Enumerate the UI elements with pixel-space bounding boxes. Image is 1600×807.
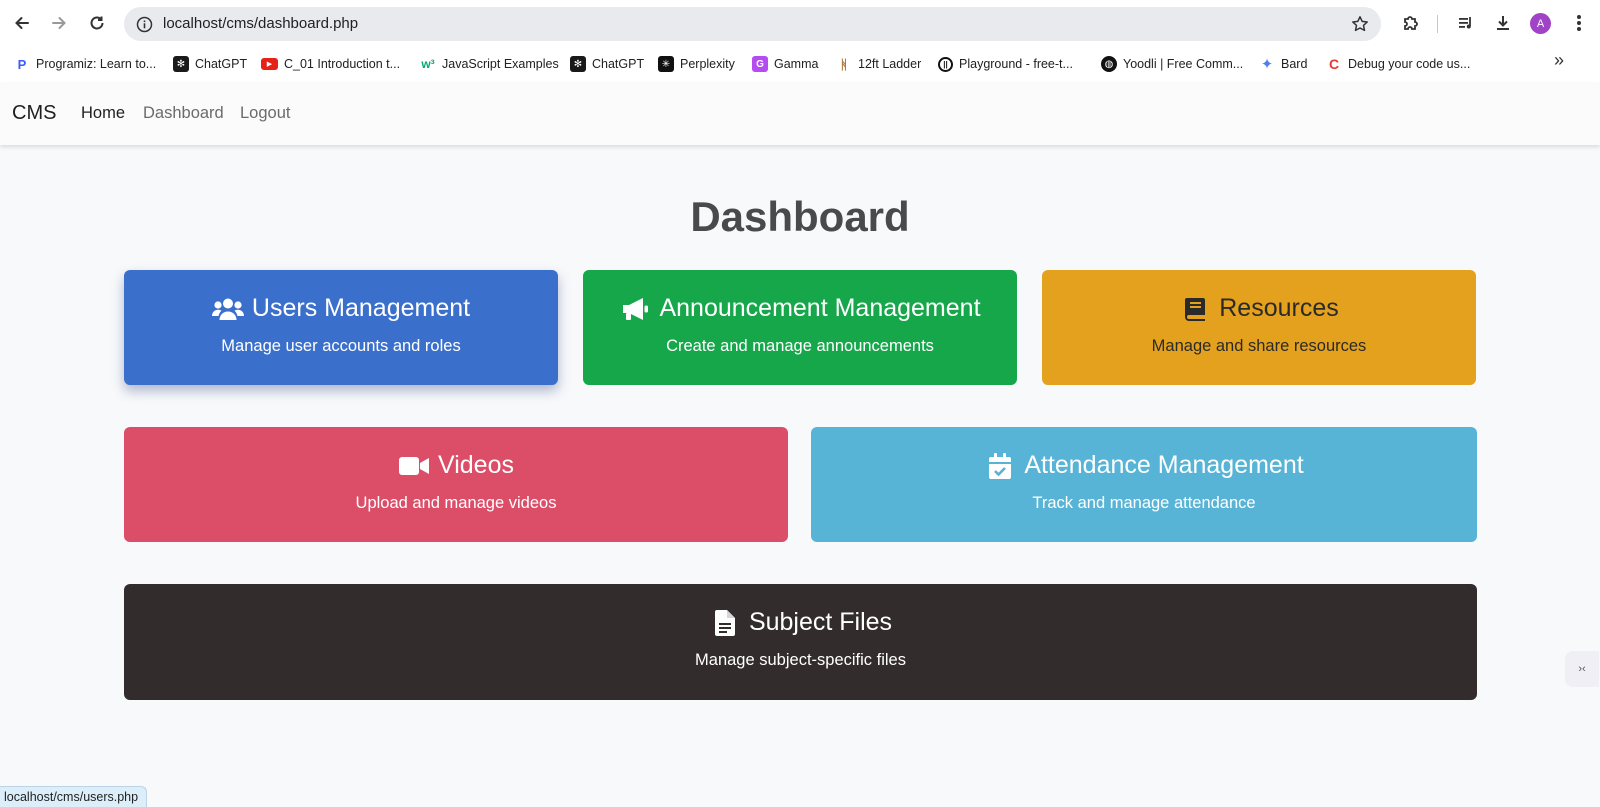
downloads-button[interactable] [1488, 8, 1518, 38]
playground-icon: || [938, 56, 953, 72]
navbar-brand[interactable]: CMS [12, 102, 56, 125]
bookmarks-overflow-chevron-icon[interactable]: » [1554, 50, 1564, 71]
page-title: Dashboard [690, 193, 910, 240]
calendar-check-icon [984, 452, 1016, 480]
status-bar-url: localhost/cms/users.php [0, 786, 148, 807]
browser-toolbar: localhost/cms/dashboard.php A [0, 0, 1600, 46]
card-subject-files[interactable]: Subject Files Manage subject-specific fi… [124, 584, 1477, 700]
arrow-left-icon [15, 17, 29, 29]
kebab-menu-icon [1577, 15, 1581, 31]
codeium-icon: C [1328, 56, 1340, 72]
reload-button[interactable] [82, 8, 112, 38]
url-text[interactable]: localhost/cms/dashboard.php [163, 15, 358, 32]
card-description: Manage subject-specific files [695, 651, 906, 669]
nav-link-home[interactable]: Home [81, 104, 125, 123]
programiz-icon: P [17, 56, 27, 72]
card-description: Create and manage announcements [666, 337, 934, 355]
megaphone-icon [619, 295, 651, 323]
card-title: Resources [1219, 294, 1339, 322]
browser-menu-button[interactable] [1564, 8, 1594, 38]
ladder-icon: ᚻ [840, 56, 848, 72]
card-videos[interactable]: Videos Upload and manage videos [124, 427, 788, 542]
browser-chrome: localhost/cms/dashboard.php A P Programi… [0, 0, 1600, 83]
bard-icon: ✦ [1260, 56, 1274, 73]
bookmark-item[interactable]: G Gamma [752, 54, 818, 74]
perplexity-icon: ✳ [658, 56, 674, 72]
bookmark-item[interactable]: w³ JavaScript Examples [420, 54, 558, 74]
card-title: Announcement Management [659, 294, 981, 322]
back-button[interactable] [7, 8, 37, 38]
puzzle-icon [1404, 16, 1418, 30]
youtube-icon: ▶ [261, 58, 278, 70]
chatgpt-icon: ✻ [173, 56, 189, 72]
address-bar[interactable]: localhost/cms/dashboard.php [124, 7, 1381, 41]
media-control-button[interactable] [1451, 8, 1481, 38]
users-icon [211, 295, 244, 323]
profile-avatar[interactable]: A [1530, 13, 1551, 34]
bookmark-item[interactable]: ᚻ 12ft Ladder [836, 54, 921, 74]
card-announcement-management[interactable]: Announcement Management Create and manag… [583, 270, 1017, 385]
toolbar-separator [1437, 15, 1438, 33]
bookmark-item[interactable]: ✳ Perplexity [658, 54, 735, 74]
card-title: Attendance Management [1024, 451, 1304, 479]
chatgpt-icon: ✻ [570, 56, 586, 72]
card-description: Upload and manage videos [355, 494, 557, 512]
card-title: Subject Files [748, 608, 893, 636]
globe-icon: ◍ [1101, 56, 1117, 72]
card-users-management[interactable]: Users Management Manage user accounts an… [124, 270, 558, 385]
card-description: Manage user accounts and roles [221, 337, 461, 355]
video-icon [398, 452, 430, 480]
bookmark-item[interactable]: P Programiz: Learn to... [14, 54, 157, 74]
nav-link-logout[interactable]: Logout [240, 104, 290, 123]
side-panel-toggle-icon[interactable]: ›‹ [1565, 651, 1599, 687]
bookmark-item[interactable]: ✻ ChatGPT [570, 54, 644, 74]
site-info-icon[interactable] [134, 14, 154, 34]
card-title: Users Management [251, 294, 471, 322]
bookmarks-bar: P Programiz: Learn to... ✻ ChatGPT ▶ C_0… [0, 48, 1600, 78]
app-navbar: CMS Home Dashboard Logout [0, 83, 1600, 145]
file-icon [709, 609, 741, 637]
bookmark-item[interactable]: ◍ Yoodli | Free Comm... [1101, 54, 1243, 74]
book-icon [1179, 295, 1211, 323]
card-title: Videos [438, 451, 514, 479]
extensions-button[interactable] [1396, 8, 1426, 38]
bookmark-star-icon[interactable] [1349, 13, 1371, 35]
playlist-icon [1459, 17, 1471, 29]
gamma-icon: G [752, 56, 768, 72]
bookmark-item[interactable]: || Playground - free-t... [938, 54, 1073, 74]
card-description: Track and manage attendance [1032, 494, 1256, 512]
bookmark-item[interactable]: ▶ C_01 Introduction t... [261, 54, 400, 74]
card-resources[interactable]: Resources Manage and share resources [1042, 270, 1476, 385]
download-icon [1497, 16, 1509, 30]
card-attendance-management[interactable]: Attendance Management Track and manage a… [811, 427, 1477, 542]
bookmark-item[interactable]: C Debug your code us... [1326, 54, 1470, 74]
nav-link-dashboard[interactable]: Dashboard [143, 104, 224, 123]
arrow-right-icon [52, 17, 66, 29]
forward-button[interactable] [44, 8, 74, 38]
w3-icon: w³ [421, 57, 435, 71]
bookmark-item[interactable]: ✻ ChatGPT [173, 54, 247, 74]
card-description: Manage and share resources [1151, 337, 1367, 355]
bookmark-item[interactable]: ✦ Bard [1259, 54, 1308, 74]
reload-icon [90, 16, 104, 30]
